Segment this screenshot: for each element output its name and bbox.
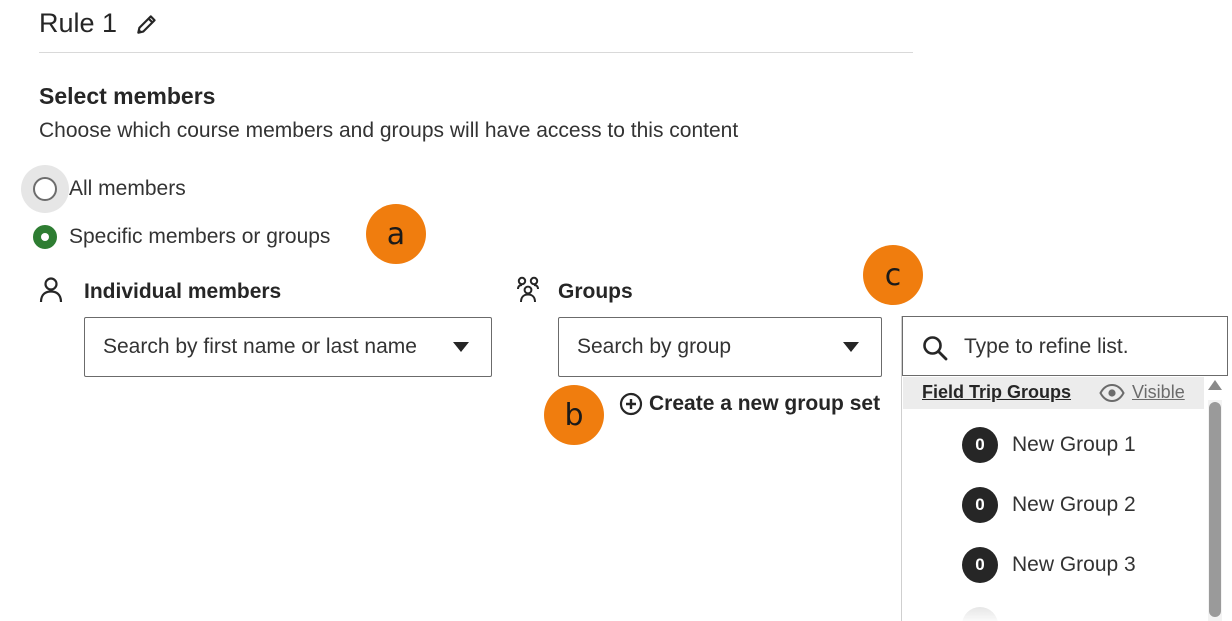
refine-search-placeholder: Type to refine list. xyxy=(964,335,1129,358)
scroll-up-arrow-icon[interactable] xyxy=(1208,380,1222,390)
refine-search-input[interactable]: Type to refine list. xyxy=(902,316,1228,376)
group-list-item[interactable]: 0 New Group 1 xyxy=(962,427,1136,463)
create-group-set-button[interactable]: Create a new group set xyxy=(619,392,880,416)
group-set-visibility-link[interactable]: Visible xyxy=(1132,382,1185,403)
member-count-badge: 0 xyxy=(962,547,998,583)
groups-icon xyxy=(517,276,539,303)
eye-icon xyxy=(1099,383,1125,403)
group-set-header: Field Trip Groups Visible xyxy=(903,377,1204,409)
groups-label: Groups xyxy=(558,280,633,303)
caret-down-icon xyxy=(843,342,859,352)
member-count-badge: 0 xyxy=(962,487,998,523)
callout-a: a xyxy=(366,204,426,264)
list-fade-overlay xyxy=(902,586,1204,621)
group-item-label: New Group 1 xyxy=(1012,433,1136,456)
plus-circle-icon xyxy=(619,392,643,416)
group-list-item[interactable]: 0 New Group 3 xyxy=(962,547,1136,583)
create-group-set-label: Create a new group set xyxy=(649,392,881,415)
radio-all-members[interactable] xyxy=(33,177,57,201)
rule-divider xyxy=(39,52,913,53)
group-dropdown-panel: Type to refine list. Field Trip Groups V… xyxy=(901,316,1232,621)
radio-specific-members-label[interactable]: Specific members or groups xyxy=(69,225,330,249)
callout-b: b xyxy=(544,385,604,445)
groups-select[interactable]: Search by group xyxy=(558,317,882,377)
individual-members-label: Individual members xyxy=(84,280,282,303)
scrollbar-thumb[interactable] xyxy=(1209,402,1221,617)
individual-members-select[interactable]: Search by first name or last name xyxy=(84,317,492,377)
callout-c: c xyxy=(863,245,923,305)
edit-icon[interactable] xyxy=(134,11,160,37)
member-count-badge: 0 xyxy=(962,427,998,463)
group-item-label: New Group 3 xyxy=(1012,553,1136,576)
individual-members-placeholder: Search by first name or last name xyxy=(103,335,417,358)
person-icon xyxy=(39,277,63,303)
groups-placeholder: Search by group xyxy=(577,335,732,358)
section-title: Select members xyxy=(39,83,216,109)
group-list-item[interactable]: 0 New Group 2 xyxy=(962,487,1136,523)
search-icon xyxy=(923,336,948,361)
section-description: Choose which course members and groups w… xyxy=(39,119,739,142)
group-set-name[interactable]: Field Trip Groups xyxy=(922,382,1071,403)
radio-specific-members[interactable] xyxy=(33,225,57,249)
radio-all-members-label[interactable]: All members xyxy=(69,177,186,201)
caret-down-icon xyxy=(453,342,469,352)
rule-title: Rule 1 xyxy=(39,8,118,38)
group-item-label: New Group 2 xyxy=(1012,493,1136,516)
